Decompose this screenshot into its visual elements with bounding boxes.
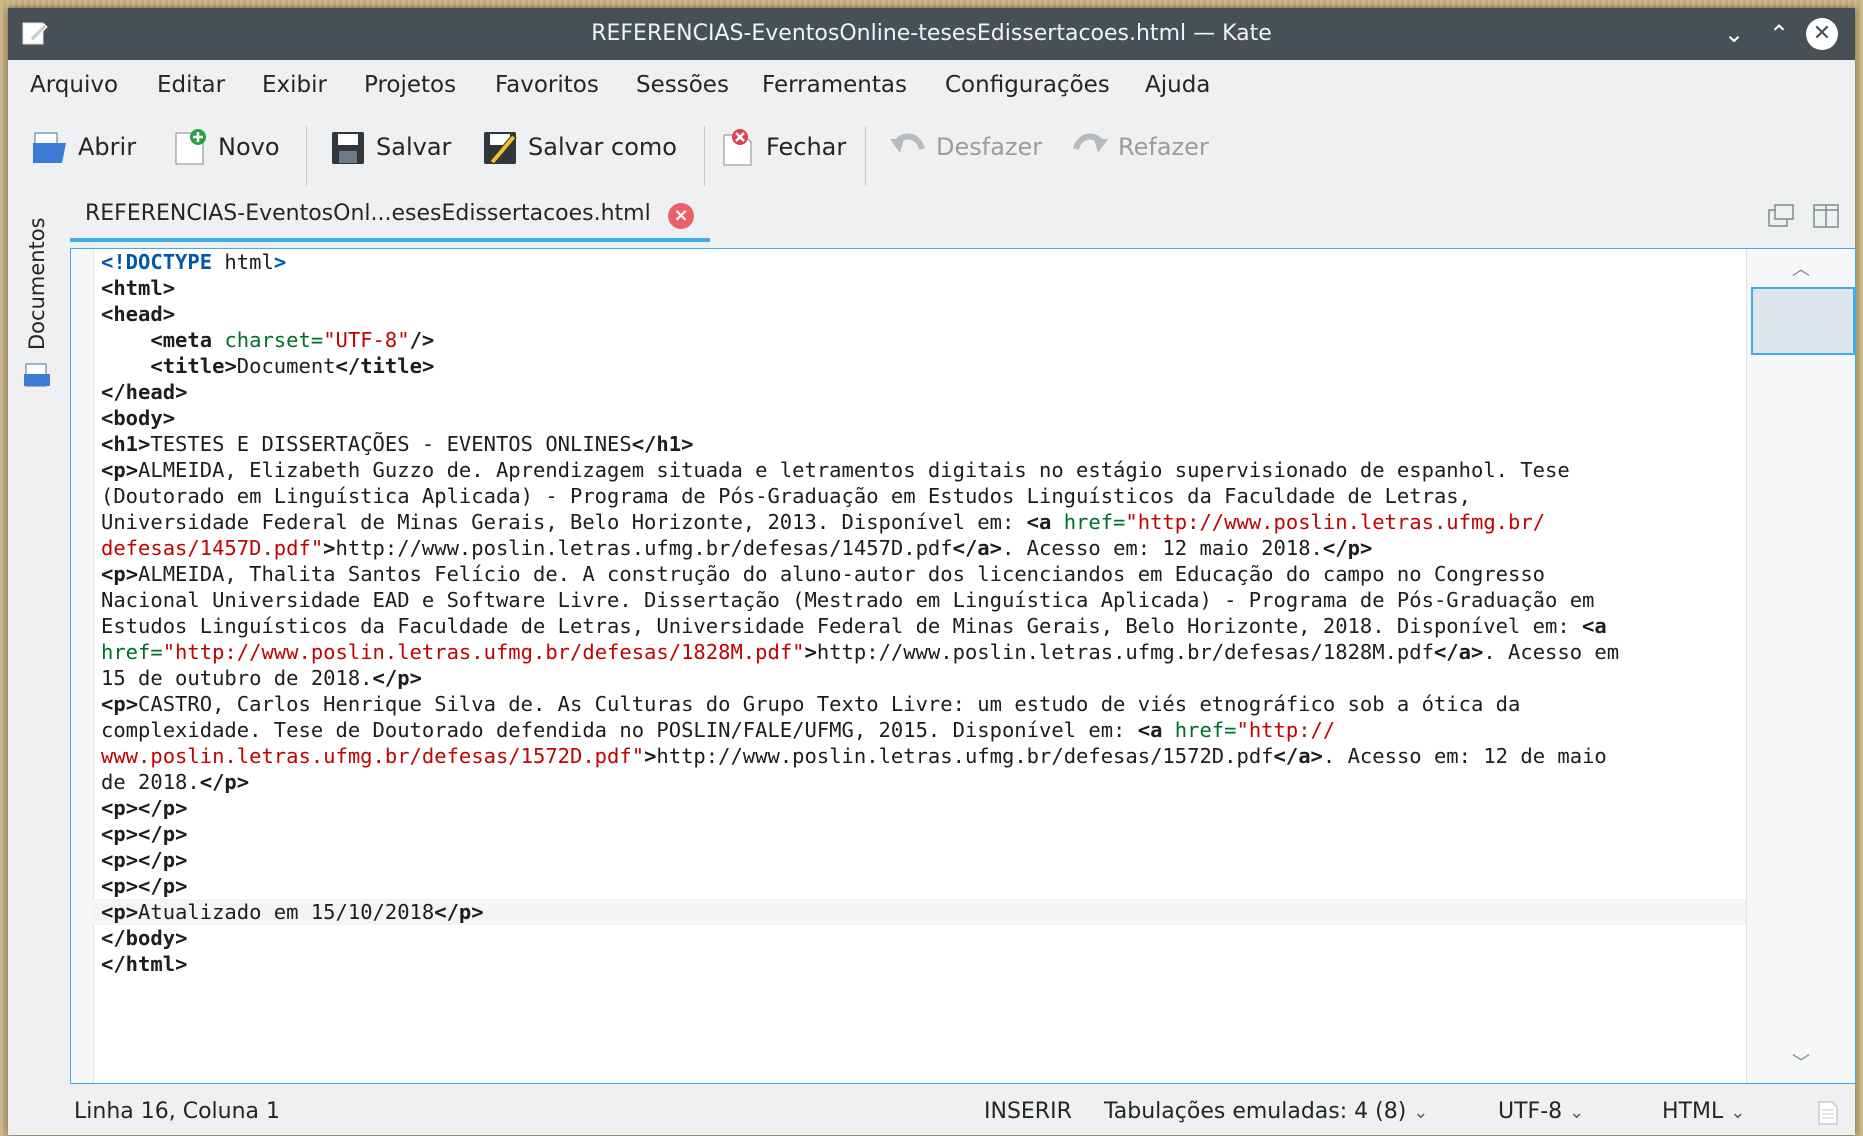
code-line[interactable]: Estudos Linguísticos da Faculdade de Let…	[101, 613, 1811, 639]
documents-panel-tab[interactable]: Documentos	[25, 217, 49, 350]
menu-configuracoes[interactable]: Configurações	[945, 60, 1110, 110]
side-panel: Documentos	[8, 188, 66, 1088]
tab-label: REFERENCIAS-EventosOnl...esesEdissertaco…	[85, 201, 651, 226]
toolbar-separator	[306, 126, 307, 186]
code-line[interactable]: </body>	[101, 925, 1811, 951]
code-line[interactable]: <p>ALMEIDA, Elizabeth Guzzo de. Aprendiz…	[101, 457, 1811, 483]
code-line[interactable]: Nacional Universidade EAD e Software Liv…	[101, 587, 1811, 613]
code-line[interactable]: <head>	[101, 301, 1811, 327]
save-as-button[interactable]: Salvar como	[480, 122, 677, 172]
close-label: Fechar	[766, 133, 847, 161]
chevron-down-icon: ⌄	[1730, 1102, 1746, 1123]
minimap-viewport[interactable]	[1751, 287, 1855, 355]
redo-button[interactable]: Refazer	[1070, 122, 1209, 172]
minimize-icon[interactable]: ⌄	[1718, 18, 1750, 50]
menu-ajuda[interactable]: Ajuda	[1145, 60, 1210, 110]
redo-icon	[1073, 133, 1108, 153]
close-window-icon[interactable]: ✕	[1806, 18, 1838, 50]
code-line[interactable]: <p></p>	[101, 795, 1811, 821]
menu-projetos[interactable]: Projetos	[364, 60, 456, 110]
editor-gutter	[71, 249, 94, 1083]
document-tab-bar: REFERENCIAS-EventosOnl...esesEdissertaco…	[70, 190, 1855, 242]
chevron-down-icon: ⌄	[1569, 1102, 1585, 1123]
document-info-icon[interactable]	[1816, 1100, 1840, 1126]
kate-window: REFERENCIAS-EventosOnline-tesesEdisserta…	[8, 8, 1856, 1135]
code-line[interactable]: href="http://www.poslin.letras.ufmg.br/d…	[101, 639, 1811, 665]
chevron-down-icon: ⌄	[1413, 1102, 1429, 1123]
undo-icon	[890, 133, 925, 153]
title-bar: REFERENCIAS-EventosOnline-tesesEdisserta…	[8, 8, 1855, 60]
code-line[interactable]: <p>Atualizado em 15/10/2018</p>	[93, 899, 1811, 925]
indentation-label: Tabulações emuladas: 4 (8)	[1104, 1099, 1407, 1124]
code-line[interactable]: de 2018.</p>	[101, 769, 1811, 795]
text-editor[interactable]: <!DOCTYPE html> <html> <head> <meta charse…	[70, 248, 1856, 1084]
code-line[interactable]: <meta charset="UTF-8"/>	[101, 327, 1811, 353]
new-label: Novo	[218, 133, 280, 161]
quick-open-icon[interactable]	[1767, 202, 1795, 230]
tab-close-icon[interactable]: ×	[668, 203, 694, 229]
syntax-mode-selector[interactable]: HTML ⌄	[1662, 1088, 1745, 1136]
save-button[interactable]: Salvar	[328, 122, 451, 172]
minimap-scrollbar[interactable]: ︿ ﹀	[1746, 249, 1855, 1083]
code-line[interactable]: Universidade Federal de Minas Gerais, Be…	[101, 509, 1811, 535]
code-line[interactable]: </html>	[101, 951, 1811, 977]
redo-label: Refazer	[1118, 133, 1209, 161]
menu-exibir[interactable]: Exibir	[262, 60, 327, 110]
code-line[interactable]: <body>	[101, 405, 1811, 431]
scroll-up-icon[interactable]: ︿	[1747, 255, 1855, 281]
code-line[interactable]: <html>	[101, 275, 1811, 301]
save-disk-icon	[332, 132, 364, 164]
code-line[interactable]: 15 de outubro de 2018.</p>	[101, 665, 1811, 691]
window-title: REFERENCIAS-EventosOnline-tesesEdisserta…	[591, 21, 1272, 46]
input-mode[interactable]: INSERIR	[984, 1088, 1072, 1135]
code-line[interactable]: <p></p>	[101, 847, 1811, 873]
close-document-icon	[723, 129, 752, 166]
documents-panel-icon[interactable]	[22, 360, 52, 390]
code-line[interactable]: </head>	[101, 379, 1811, 405]
save-as-label: Salvar como	[528, 133, 677, 161]
code-line[interactable]: www.poslin.letras.ufmg.br/defesas/1572D.…	[101, 743, 1811, 769]
code-line[interactable]: <!DOCTYPE html>	[101, 249, 1811, 275]
code-area[interactable]: <!DOCTYPE html> <html> <head> <meta charse…	[93, 249, 1811, 977]
split-view-icon[interactable]	[1812, 202, 1840, 230]
undo-button[interactable]: Desfazer	[888, 122, 1042, 172]
code-line[interactable]: <h1>TESTES E DISSERTAÇÕES - EVENTOS ONLI…	[101, 431, 1811, 457]
scroll-down-icon[interactable]: ﹀	[1747, 1049, 1855, 1075]
open-label: Abrir	[78, 133, 137, 161]
code-line[interactable]: complexidade. Tese de Doutorado defendid…	[101, 717, 1811, 743]
menu-favoritos[interactable]: Favoritos	[495, 60, 599, 110]
new-button[interactable]: Novo	[170, 122, 280, 172]
new-document-icon	[175, 129, 206, 165]
main-toolbar: Abrir Novo Salvar Salvar como Fechar Des…	[8, 112, 1855, 186]
code-line[interactable]: <p></p>	[101, 873, 1811, 899]
code-line[interactable]: <p>ALMEIDA, Thalita Santos Felício de. A…	[101, 561, 1811, 587]
code-line[interactable]: <title>Document</title>	[101, 353, 1811, 379]
syntax-label: HTML	[1662, 1099, 1724, 1124]
code-line[interactable]: <p>CASTRO, Carlos Henrique Silva de. As …	[101, 691, 1811, 717]
maximize-icon[interactable]: ⌃	[1763, 18, 1795, 50]
undo-label: Desfazer	[936, 133, 1043, 161]
active-tab-indicator	[70, 238, 710, 242]
menu-bar: Arquivo Editar Exibir Projetos Favoritos…	[8, 60, 1855, 110]
menu-editar[interactable]: Editar	[157, 60, 225, 110]
menu-sessoes[interactable]: Sessões	[636, 60, 729, 110]
menu-arquivo[interactable]: Arquivo	[30, 60, 118, 110]
save-as-icon	[484, 132, 517, 165]
menu-ferramentas[interactable]: Ferramentas	[762, 60, 907, 110]
status-bar: Linha 16, Coluna 1 INSERIR Tabulações em…	[8, 1088, 1855, 1135]
save-label: Salvar	[376, 133, 452, 161]
close-document-button[interactable]: Fechar	[718, 122, 846, 172]
document-tab[interactable]: REFERENCIAS-EventosOnl...esesEdissertaco…	[70, 190, 710, 242]
open-folder-icon	[33, 132, 66, 163]
code-line[interactable]: defesas/1457D.pdf">http://www.poslin.let…	[101, 535, 1811, 561]
toolbar-separator	[704, 126, 705, 186]
encoding-label: UTF-8	[1498, 1099, 1563, 1124]
code-line[interactable]: (Doutorado em Linguística Aplicada) - Pr…	[101, 483, 1811, 509]
open-button[interactable]: Abrir	[30, 122, 136, 172]
cursor-position[interactable]: Linha 16, Coluna 1	[74, 1088, 280, 1135]
toolbar-separator	[865, 126, 866, 186]
indentation-selector[interactable]: Tabulações emuladas: 4 (8) ⌄	[1104, 1088, 1428, 1136]
encoding-selector[interactable]: UTF-8 ⌄	[1498, 1088, 1584, 1136]
code-line[interactable]: <p></p>	[101, 821, 1811, 847]
